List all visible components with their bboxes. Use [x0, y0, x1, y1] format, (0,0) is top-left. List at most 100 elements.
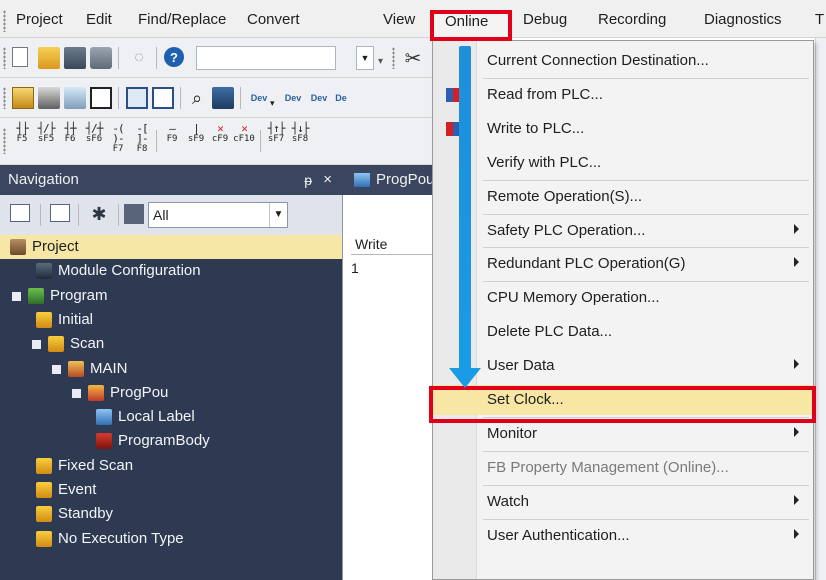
menu-item-remote-operation-s[interactable]: Remote Operation(S)... — [433, 182, 813, 212]
gear-icon[interactable]: ✱ — [88, 203, 110, 225]
tree-item-standby[interactable]: Standby — [0, 502, 342, 526]
menu-item-cpu-memory-operation[interactable]: CPU Memory Operation... — [433, 283, 813, 313]
window-icon[interactable] — [126, 87, 148, 109]
rising-pulse-key[interactable]: ┤↑├ sF7 — [264, 123, 288, 144]
vertical-line-key[interactable]: | sF9 — [184, 123, 208, 144]
menu-item-monitor[interactable]: Monitor — [433, 419, 813, 449]
open-contact-key[interactable]: ┤├ F5 — [10, 123, 34, 144]
tree-item-module-configuration[interactable]: Module Configuration — [0, 259, 342, 283]
find-icon[interactable]: ⌕ — [186, 87, 208, 109]
close-icon[interactable]: × — [323, 165, 332, 195]
menu-item-safety-plc-operation[interactable]: Safety PLC Operation... — [433, 216, 813, 246]
menu-find-replace[interactable]: Find/Replace — [138, 9, 226, 31]
menu-item-label: Watch — [487, 493, 529, 510]
menu-item-user-data[interactable]: User Data — [433, 351, 813, 381]
project-view-icon[interactable] — [12, 87, 34, 109]
navigation-filter-dropdown[interactable]: All ▼ — [148, 202, 288, 228]
menu-item-read-from-plc[interactable]: Read from PLC... — [433, 80, 813, 110]
toolbar-overflow-icon[interactable]: ▾ — [378, 56, 383, 67]
tree-item-progpou[interactable]: ProgPou — [0, 381, 342, 405]
module-view-icon[interactable] — [38, 87, 60, 109]
parallel-open-contact-key[interactable]: ┤┼ F6 — [58, 123, 82, 144]
menu-project[interactable]: Project — [16, 9, 63, 31]
menu-separator — [483, 451, 809, 452]
delete-horizontal-line-key[interactable]: ✕ cF9 — [208, 123, 232, 144]
toolbar-separator — [40, 204, 41, 226]
tree-item-no-execution-type[interactable]: No Execution Type — [0, 527, 342, 551]
tree-collapse-icon[interactable] — [50, 204, 70, 222]
collapse-icon[interactable] — [72, 389, 81, 398]
menu-recording[interactable]: Recording — [598, 9, 666, 31]
chevron-down-icon[interactable]: ▾ — [270, 98, 275, 109]
menu-online[interactable]: Online — [445, 13, 488, 30]
write-to-plc-icon — [446, 122, 460, 136]
tree-item-project[interactable]: Project — [0, 235, 342, 259]
toolbar-separator — [118, 204, 119, 226]
tree-expand-icon[interactable] — [10, 204, 30, 222]
menu-item-set-clock[interactable]: Set Clock... — [433, 385, 813, 415]
menu-item-delete-plc-data[interactable]: Delete PLC Data... — [433, 317, 813, 347]
tree-item-programbody[interactable]: ProgramBody — [0, 429, 342, 453]
save-icon[interactable] — [64, 47, 86, 69]
horizontal-line-key[interactable]: — F9 — [160, 123, 184, 144]
menu-tool-truncated[interactable]: T — [815, 9, 824, 31]
folder-icon — [36, 506, 52, 522]
tree-item-label: Standby — [58, 505, 114, 522]
pin-icon[interactable]: ᵽ — [304, 165, 312, 195]
menu-item-verify-with-plc[interactable]: Verify with PLC... — [433, 148, 813, 178]
chevron-down-icon[interactable]: ▼ — [356, 46, 374, 70]
falling-pulse-key[interactable]: ┤↓├ sF8 — [288, 123, 312, 144]
coil-key[interactable]: -( )- F7 — [106, 123, 130, 154]
menu-item-write-to-plc[interactable]: Write to PLC... — [433, 114, 813, 144]
toolbar-combo[interactable] — [196, 46, 336, 70]
tree-item-local-label[interactable]: Local Label — [0, 405, 342, 429]
menu-item-watch[interactable]: Watch — [433, 487, 813, 517]
window-list-icon[interactable] — [152, 87, 174, 109]
tree-item-label: ProgramBody — [118, 432, 210, 449]
new-project-icon[interactable] — [12, 47, 28, 67]
application-instruction-key[interactable]: -[ ]- F8 — [130, 123, 154, 154]
parallel-closed-contact-key[interactable]: ┤/┼ sF6 — [82, 123, 106, 144]
print-icon[interactable] — [90, 47, 112, 69]
collapse-icon[interactable] — [32, 340, 41, 349]
device-trace-icon[interactable]: De — [330, 87, 352, 109]
device-batch-icon[interactable]: Dev — [248, 87, 270, 109]
menu-item-user-authentication[interactable]: User Authentication... — [433, 521, 813, 551]
tree-item-label: MAIN — [90, 360, 128, 377]
cut-icon[interactable]: ✂ — [402, 47, 424, 70]
menu-view[interactable]: View — [383, 9, 415, 31]
menu-item-label: User Authentication... — [487, 527, 630, 544]
tree-item-program[interactable]: Program — [0, 284, 342, 308]
submenu-arrow-icon — [794, 495, 799, 505]
menu-diagnostics[interactable]: Diagnostics — [704, 9, 782, 31]
down-arrow-shaft — [459, 46, 471, 372]
closed-contact-key[interactable]: ┤/├ sF5 — [34, 123, 58, 144]
tab-progpou[interactable]: ProgPou — [342, 165, 434, 195]
menu-edit[interactable]: Edit — [86, 9, 112, 31]
device-list-icon[interactable]: Dev — [282, 87, 304, 109]
tree-item-event[interactable]: Event — [0, 478, 342, 502]
device-comment-icon[interactable] — [90, 87, 112, 109]
tree-item-fixed-scan[interactable]: Fixed Scan — [0, 454, 342, 478]
menu-debug[interactable]: Debug — [523, 9, 567, 31]
ladder-editor[interactable]: Write 1 — [342, 195, 435, 580]
help-pointer-icon[interactable]: ◌ — [128, 47, 150, 69]
tree-item-main[interactable]: MAIN — [0, 357, 342, 381]
menu-item-redundant-plc-operation-g[interactable]: Redundant PLC Operation(G) — [433, 249, 813, 279]
collapse-icon[interactable] — [12, 292, 21, 301]
tree-item-initial[interactable]: Initial — [0, 308, 342, 332]
tree-item-scan[interactable]: Scan — [0, 332, 342, 356]
toolbar-separator — [118, 47, 119, 69]
menu-separator — [483, 485, 809, 486]
keyboard-input-icon[interactable] — [64, 87, 86, 109]
device-use-icon[interactable]: Dev — [308, 87, 330, 109]
menu-convert[interactable]: Convert — [247, 9, 300, 31]
collapse-icon[interactable] — [52, 365, 61, 374]
help-icon[interactable]: ? — [164, 47, 184, 67]
submenu-arrow-icon — [794, 359, 799, 369]
rung-number: 1 — [351, 260, 359, 276]
open-project-icon[interactable] — [38, 47, 60, 69]
cross-reference-icon[interactable] — [212, 87, 234, 109]
delete-vertical-line-key[interactable]: ✕ cF10 — [232, 123, 256, 144]
menu-item-current-connection-destination[interactable]: Current Connection Destination... — [433, 46, 813, 76]
